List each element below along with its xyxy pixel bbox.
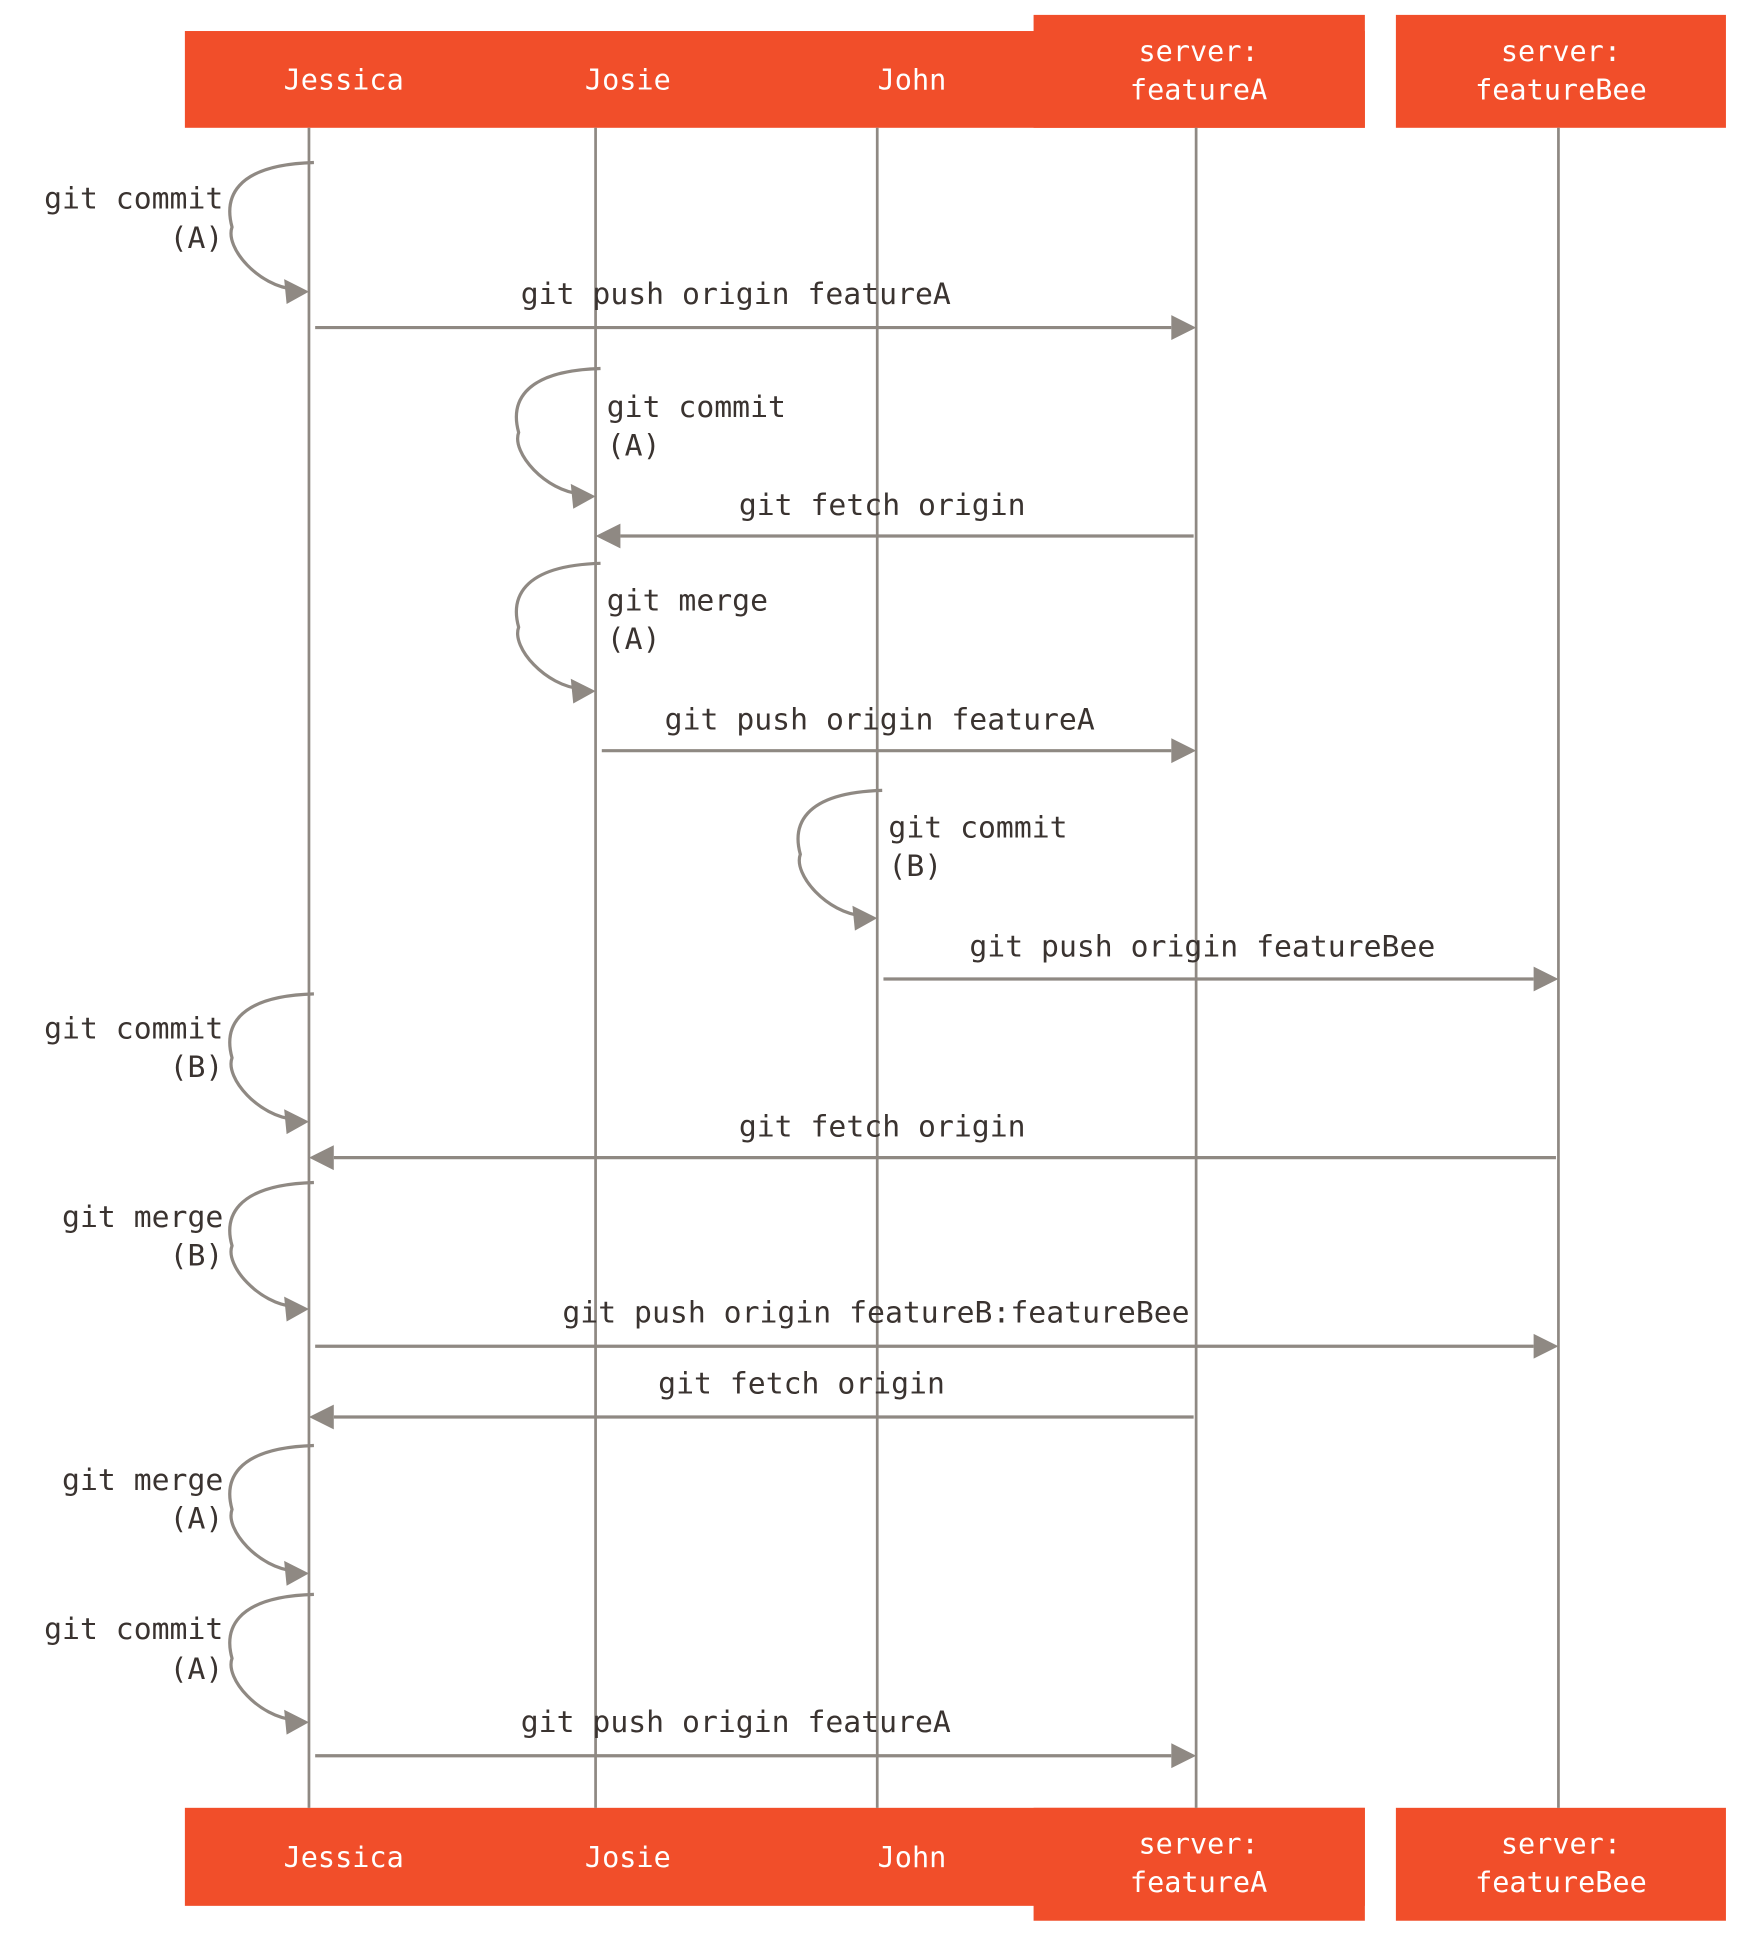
self-action-label: (A) <box>607 622 661 657</box>
participant-label-featureBee: featureBee <box>1475 73 1647 106</box>
loop-arc <box>514 366 601 496</box>
message-label: git fetch origin <box>739 1110 1026 1145</box>
participant-label-john: John <box>878 63 947 96</box>
arrowhead-icon <box>308 1404 334 1430</box>
self-action-label: (A) <box>170 1502 224 1537</box>
participant-label-featureBee: server: <box>1501 1828 1621 1861</box>
loop-arc <box>228 1592 314 1722</box>
participant-label-featureA: server: <box>1139 1828 1259 1861</box>
message-arrow: git push origin featureA <box>315 1705 1197 1769</box>
top-participant-bar: Jessica Josie John server: featureA server: fe… <box>184 14 1726 128</box>
participant-label-josie: Josie <box>585 63 671 96</box>
self-action-label: git merge <box>607 583 768 618</box>
sequence-diagram: Jessica Josie John server: featureA server: fe… <box>44 14 1726 1921</box>
arrowhead-icon <box>595 523 621 549</box>
message-label: git push origin featureB:featureBee <box>562 1296 1189 1331</box>
self-action-label: git commit <box>44 1012 223 1047</box>
self-action: git commit (A) <box>44 1592 314 1735</box>
self-action: git merge (A) <box>62 1443 314 1586</box>
message-arrow: git fetch origin <box>595 488 1194 549</box>
self-action-label: git commit <box>44 181 223 216</box>
message-arrow: git push origin featureA <box>315 277 1197 340</box>
arrowhead-icon <box>1533 966 1559 992</box>
loop-arc <box>228 992 314 1121</box>
message-arrow: git push origin featureA <box>601 703 1197 764</box>
self-action-label: (A) <box>170 1652 224 1687</box>
self-action-label: (B) <box>170 1239 224 1274</box>
message-arrow: git push origin featureB:featureBee <box>315 1296 1559 1359</box>
arrowhead-icon <box>1533 1333 1559 1359</box>
participant-label-featureA: featureA <box>1130 73 1267 106</box>
participant-label-jessica: Jessica <box>284 63 404 96</box>
self-action-label: (B) <box>888 849 942 884</box>
server-featureA-box <box>1033 14 1365 128</box>
participant-label-featureA: server: <box>1139 35 1259 68</box>
self-action-label: git merge <box>62 1200 223 1235</box>
self-action: git commit(B) <box>44 992 314 1135</box>
bottom-participant-bar: Jessica Josie John server: featureA server: fe… <box>184 1807 1726 1921</box>
message-label: git push origin featureA <box>665 703 1095 738</box>
server-featureBee-box <box>1395 14 1726 128</box>
self-action-label: (A) <box>607 428 661 463</box>
self-action-label: (B) <box>170 1050 224 1085</box>
arrowhead-icon <box>284 1109 309 1135</box>
message-label: git fetch origin <box>658 1366 945 1401</box>
message-arrow: git push origin featureBee <box>883 930 1559 992</box>
participant-label-featureBee: server: <box>1501 35 1621 68</box>
loop-arc <box>228 1180 314 1309</box>
message-label: git push origin featureA <box>521 277 951 312</box>
arrowhead-icon <box>570 483 596 509</box>
self-action: git commit(B) <box>796 788 1068 931</box>
self-action-label: git commit <box>888 811 1067 846</box>
self-action-label: git commit <box>607 390 786 425</box>
arrowhead-icon <box>284 1560 309 1586</box>
message-arrow: git fetch origin <box>308 1366 1194 1430</box>
message-label: git push origin featureBee <box>969 930 1435 965</box>
arrowhead-icon <box>1171 315 1197 340</box>
participant-label-jessica: Jessica <box>284 1841 404 1874</box>
self-action-label: git merge <box>62 1463 223 1498</box>
arrowhead-icon <box>852 905 878 931</box>
loop-arc <box>514 561 601 691</box>
loop-arc <box>796 788 883 918</box>
participant-label-josie: Josie <box>585 1841 671 1874</box>
message-arrow: git fetch origin <box>308 1110 1556 1171</box>
message-label: git fetch origin <box>739 488 1026 523</box>
self-action-label: git commit <box>44 1612 223 1647</box>
self-action: git merge (A) <box>514 561 768 704</box>
arrowhead-icon <box>570 678 596 704</box>
loop-arc <box>228 160 314 291</box>
arrowhead-icon <box>284 1296 309 1322</box>
arrowhead-icon <box>284 279 309 304</box>
message-label: git push origin featureA <box>521 1705 951 1740</box>
server-featureBee-box <box>1395 1807 1726 1921</box>
arrowhead-icon <box>1171 738 1197 764</box>
arrowhead-icon <box>308 1145 334 1171</box>
loop-arc <box>228 1443 314 1573</box>
self-action: git commit (A) <box>44 160 314 304</box>
participant-label-featureBee: featureBee <box>1475 1866 1647 1899</box>
arrowhead-icon <box>284 1709 309 1735</box>
participant-label-john: John <box>878 1841 947 1874</box>
arrowhead-icon <box>1171 1743 1197 1769</box>
self-action-label: (A) <box>170 221 224 256</box>
server-featureA-box <box>1033 1807 1365 1921</box>
self-action: git merge (B) <box>62 1180 314 1322</box>
participant-label-featureA: featureA <box>1130 1866 1267 1899</box>
